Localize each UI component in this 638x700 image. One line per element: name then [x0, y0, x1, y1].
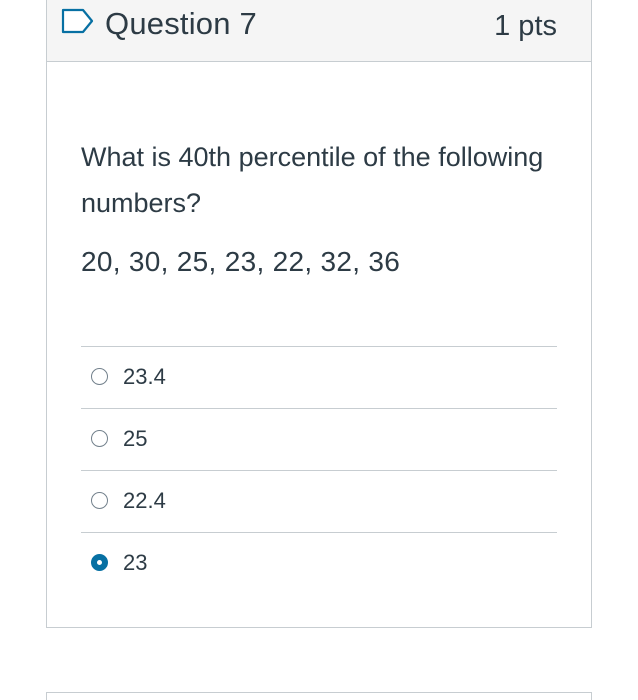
answer-option[interactable]: 23 — [81, 533, 557, 594]
answer-label: 23 — [123, 550, 148, 575]
answer-option[interactable]: 23.4 — [81, 347, 557, 409]
numbers-list: 20, 30, 25, 23, 22, 32, 36 — [81, 246, 401, 277]
question-body: What is 40th percentile of the following… — [81, 134, 561, 278]
answer-option[interactable]: 25 — [81, 409, 557, 471]
question-points: 1 pts — [494, 10, 557, 42]
next-question-card — [46, 692, 592, 700]
answer-label: 23.4 — [123, 364, 166, 389]
question-card: Question 7 1 pts What is 40th percentile… — [46, 0, 592, 628]
radio-button[interactable] — [91, 554, 108, 571]
answer-label: 22.4 — [123, 488, 166, 513]
radio-button[interactable] — [91, 492, 108, 509]
question-text: What is 40th percentile of the following… — [81, 142, 544, 218]
answer-option[interactable]: 22.4 — [81, 471, 557, 533]
radio-button[interactable] — [91, 368, 108, 385]
question-title: Question 7 — [105, 6, 257, 41]
question-header: Question 7 1 pts — [47, 0, 591, 62]
quiz-page: Question 7 1 pts What is 40th percentile… — [0, 0, 638, 700]
radio-button[interactable] — [91, 430, 108, 447]
answer-label: 25 — [123, 426, 148, 451]
answer-list: 23.4 25 22.4 23 — [81, 346, 557, 594]
flag-outline-icon[interactable] — [61, 8, 95, 34]
